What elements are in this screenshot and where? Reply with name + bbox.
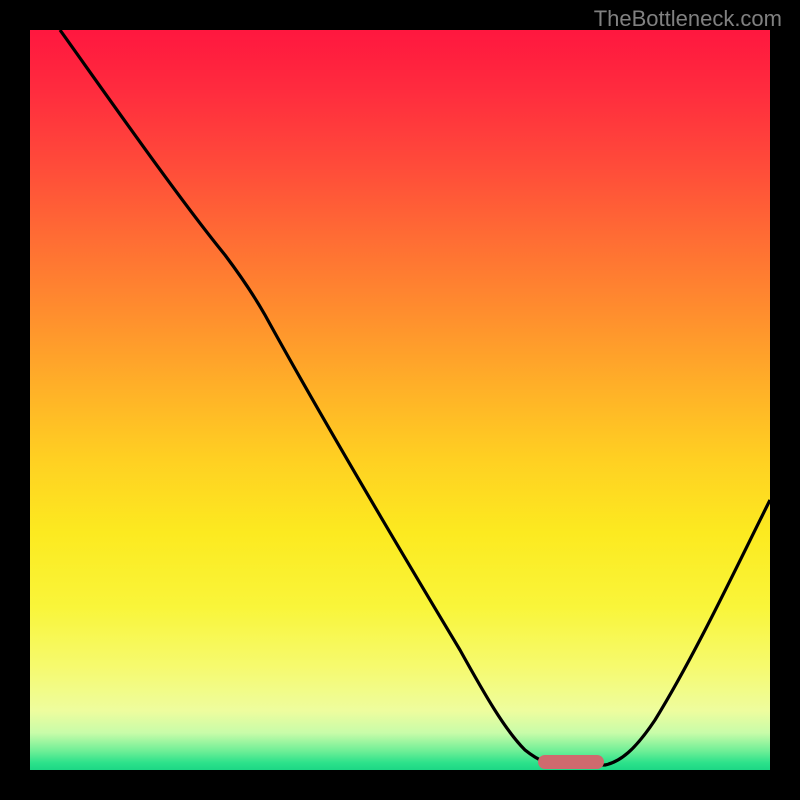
curve-line bbox=[60, 30, 770, 765]
optimum-marker bbox=[538, 755, 604, 769]
chart-plot-area bbox=[30, 30, 770, 770]
watermark-text: TheBottleneck.com bbox=[594, 6, 782, 32]
chart-svg bbox=[30, 30, 770, 770]
